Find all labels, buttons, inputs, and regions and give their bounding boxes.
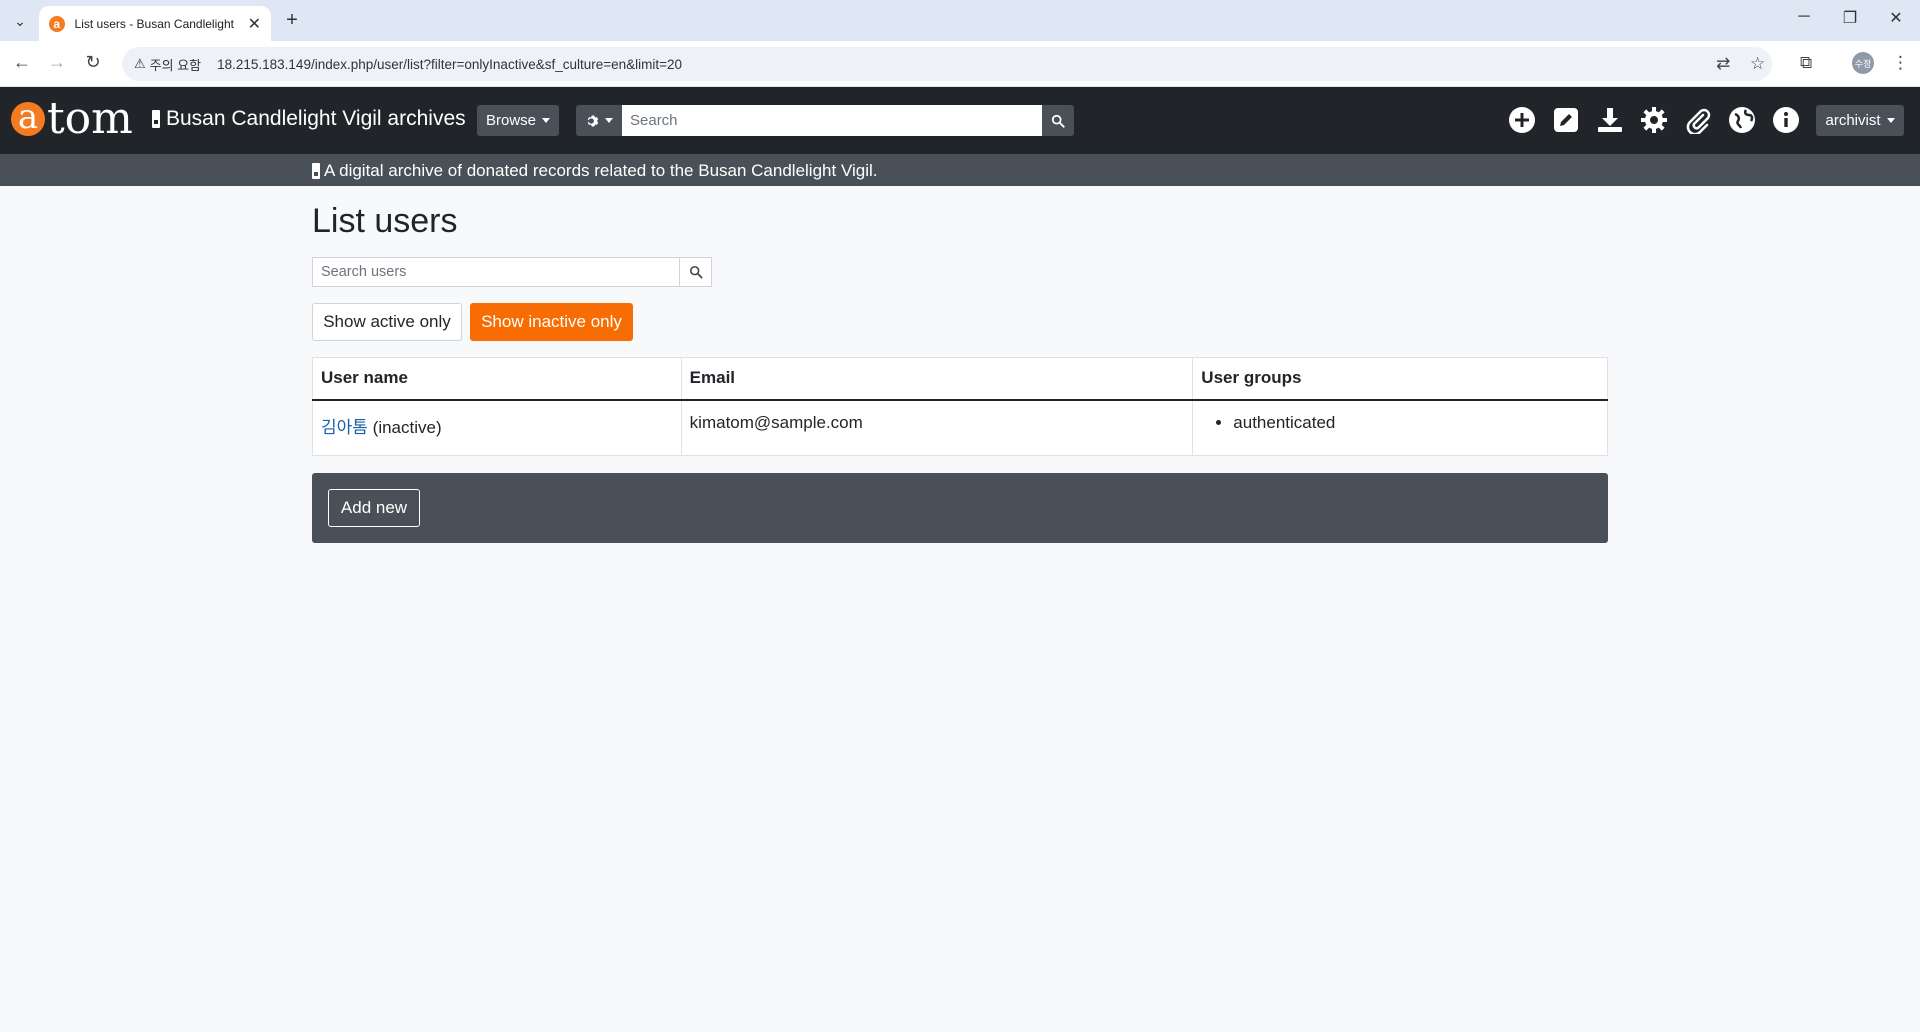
tab-title: List users - Busan Candlelight [74,16,234,31]
browser-toolbar: ← → ↻ ⚠ 주의 요함 18.215.183.149/index.php/u… [0,41,1920,87]
add-icon[interactable] [1507,105,1537,135]
tagline-icon [312,163,320,179]
translate-icon[interactable]: ⇄ [1716,54,1730,74]
tagline-text: A digital archive of donated records rel… [324,161,878,180]
site-header: a tom Busan Candlelight Vigil archives B… [0,87,1920,154]
site-description: A digital archive of donated records rel… [312,161,877,181]
site-name: Busan Candlelight Vigil archives [166,107,466,130]
username-cell: 김아톰 (inactive) [312,399,682,456]
column-header-email[interactable]: Email [681,357,1194,401]
profile-avatar[interactable]: 수정 [1852,52,1874,74]
site-name-icon [152,110,160,128]
search-users-button[interactable] [680,257,712,287]
tab-search-chevron-icon[interactable]: ⌄ [7,9,33,33]
email-cell: kimatom@sample.com [681,399,1194,456]
logo-text: tom [47,93,133,144]
actions-bar: Add new [312,473,1608,543]
username-link[interactable]: 김아톰 [321,418,368,437]
search-icon [1051,114,1065,128]
paperclip-icon[interactable] [1683,105,1713,135]
tagline-bar: A digital archive of donated records rel… [0,154,1920,186]
reload-icon[interactable]: ↻ [81,52,105,73]
page-title: List users [312,202,458,240]
bookmark-star-icon[interactable]: ☆ [1750,54,1765,74]
search-users-input[interactable] [312,257,680,287]
table-header-row: User name Email User groups [312,357,1608,401]
back-icon[interactable]: ← [10,52,34,73]
window-close-icon[interactable]: ✕ [1884,8,1908,28]
security-warning-label[interactable]: 주의 요함 [150,55,201,74]
gear-icon[interactable] [1639,105,1669,135]
site-name-link[interactable]: Busan Candlelight Vigil archives [152,107,466,131]
restore-icon[interactable]: ❐ [1838,8,1862,28]
forward-icon[interactable]: → [45,52,69,73]
browser-tabstrip: ⌄ a List users - Busan Candlelight ✕ + ─… [0,0,1920,41]
menu-kebab-icon[interactable]: ⋮ [1892,53,1909,73]
search-icon [689,265,703,279]
table-row: 김아톰 (inactive) kimatom@sample.com authen… [312,399,1608,456]
new-tab-icon[interactable]: + [280,9,304,32]
address-bar[interactable]: ⚠ 주의 요함 18.215.183.149/index.php/user/li… [122,47,1772,81]
search-options-button[interactable] [576,105,622,136]
user-group-item: authenticated [1233,413,1599,433]
edit-icon[interactable] [1551,105,1581,135]
url-text[interactable]: 18.215.183.149/index.php/user/list?filte… [217,57,682,72]
tab-favicon: a [49,15,65,32]
caret-down-icon [1886,118,1895,123]
browse-menu-button[interactable]: Browse [477,105,559,136]
show-active-only-button[interactable]: Show active only [312,303,462,341]
caret-down-icon [604,118,613,123]
browser-tab[interactable]: a List users - Busan Candlelight ✕ [39,6,271,41]
add-new-button[interactable]: Add new [328,489,420,527]
gear-icon [587,114,598,127]
show-inactive-only-button[interactable]: Show inactive only [470,303,633,341]
user-groups-cell: authenticated [1193,400,1608,456]
info-icon[interactable] [1771,105,1801,135]
user-status: (inactive) [372,417,442,437]
column-header-user-groups: User groups [1192,357,1608,401]
language-globe-icon[interactable] [1727,105,1757,135]
logo-letter: a [11,100,45,136]
warning-icon[interactable]: ⚠ [134,56,146,72]
browse-label: Browse [485,112,537,129]
column-header-username[interactable]: User name [312,357,682,401]
tab-close-icon[interactable]: ✕ [248,14,261,34]
minimize-icon[interactable]: ─ [1792,8,1816,26]
user-menu-button[interactable]: archivist [1816,105,1904,136]
atom-logo[interactable]: a tom [11,93,133,145]
import-icon[interactable] [1595,105,1625,135]
global-search-input[interactable] [622,105,1042,136]
global-search-button[interactable] [1042,105,1074,136]
user-groups-list: authenticated [1201,413,1599,433]
caret-down-icon [542,118,551,123]
extensions-icon[interactable]: ⧉ [1800,53,1812,73]
users-table: User name Email User groups 김아톰 (inactiv… [312,357,1608,456]
user-menu-label: archivist [1825,112,1881,129]
